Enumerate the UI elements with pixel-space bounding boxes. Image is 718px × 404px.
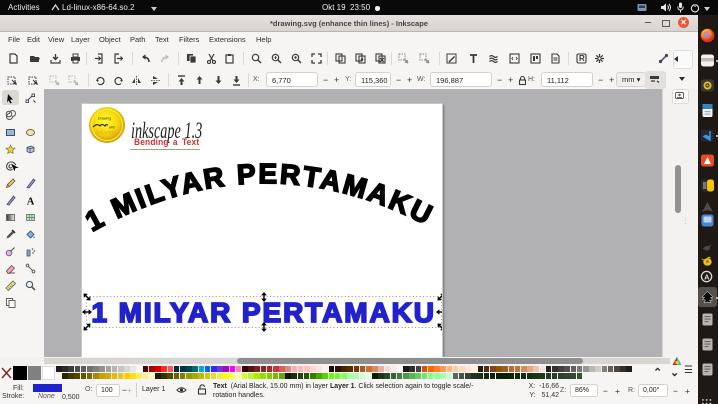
svg-text:A: A [26, 196, 34, 206]
svg-text:R: R [579, 54, 585, 63]
svg-text:A: A [704, 272, 710, 281]
svg-text:1 MILYAR PERTAMAKU: 1 MILYAR PERTAMAKU [82, 158, 439, 237]
